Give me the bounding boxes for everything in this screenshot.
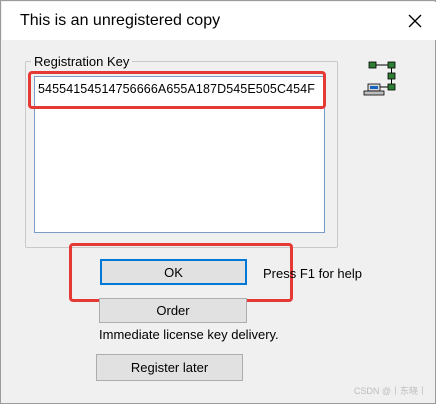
network-icon — [363, 61, 396, 96]
register-later-button[interactable]: Register later — [96, 354, 243, 381]
registration-dialog: This is an unregistered copy Registratio… — [0, 0, 436, 404]
order-button[interactable]: Order — [99, 298, 247, 323]
annotation-highlight-key — [28, 71, 326, 109]
dialog-title: This is an unregistered copy — [20, 12, 221, 29]
watermark: CSDN @丨东晓丨 — [353, 386, 427, 396]
ok-button[interactable]: OK — [100, 259, 247, 285]
title-bar: This is an unregistered copy — [2, 2, 436, 40]
close-icon — [408, 14, 422, 28]
registration-key-label: Registration Key — [31, 54, 133, 69]
close-button[interactable] — [396, 4, 434, 38]
help-hint: Press F1 for help — [263, 266, 362, 281]
license-delivery-text: Immediate license key delivery. — [99, 327, 279, 342]
